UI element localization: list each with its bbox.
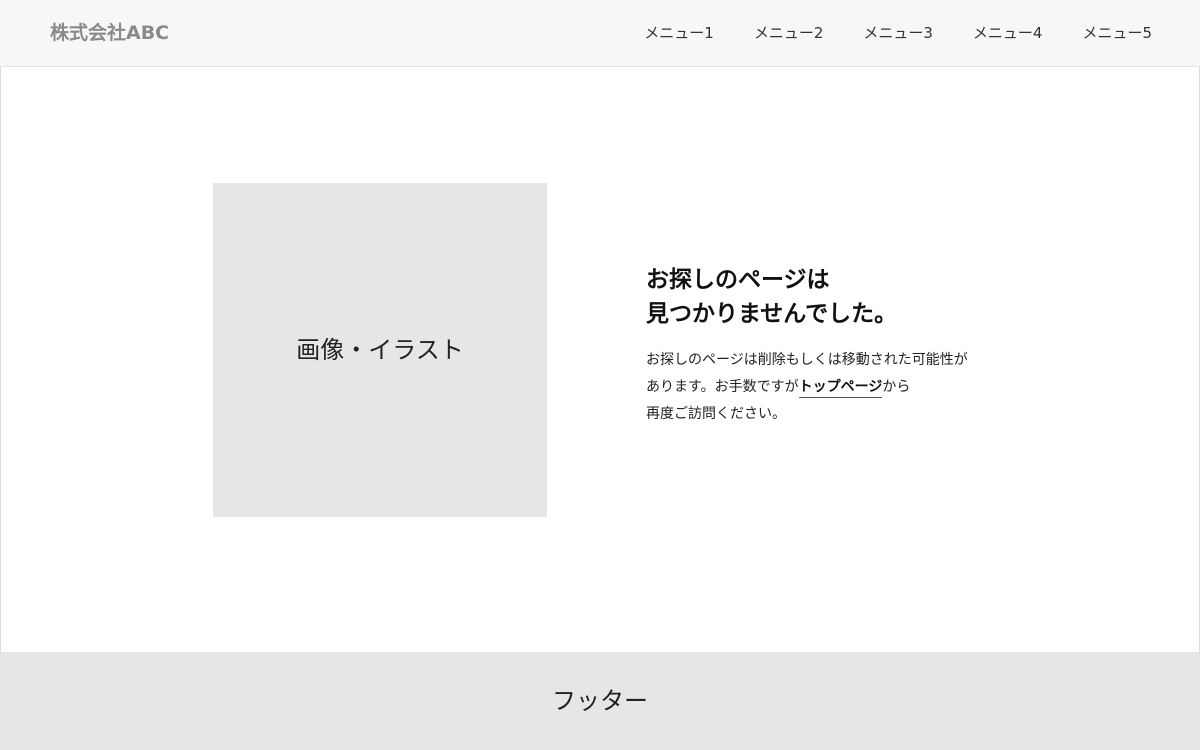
description-line-1: お探しのページは削除もしくは移動された可能性が [646, 352, 968, 368]
site-logo[interactable]: 株式会社ABC [50, 20, 169, 46]
nav-item-menu-4[interactable]: メニュー4 [973, 22, 1043, 44]
site-header: 株式会社ABC メニュー1 メニュー2 メニュー3 メニュー4 メニュー5 [0, 0, 1200, 67]
top-page-link[interactable]: トップページ [798, 379, 883, 398]
image-placeholder: 画像・イラスト [213, 183, 547, 517]
main-nav: メニュー1 メニュー2 メニュー3 メニュー4 メニュー5 [644, 22, 1152, 44]
nav-item-menu-2[interactable]: メニュー2 [754, 22, 824, 44]
not-found-message: お探しのページは 見つかりませんでした。 お探しのページは削除もしくは移動された… [646, 263, 1046, 428]
nav-item-menu-1[interactable]: メニュー1 [644, 22, 714, 44]
description-line-2-after: から [882, 379, 911, 395]
nav-item-menu-5[interactable]: メニュー5 [1082, 22, 1152, 44]
page-title: お探しのページは 見つかりませんでした。 [646, 263, 1046, 331]
nav-item-menu-3[interactable]: メニュー3 [863, 22, 933, 44]
footer-label: フッター [552, 687, 648, 715]
image-placeholder-label: 画像・イラスト [296, 336, 464, 364]
site-footer: フッター [0, 652, 1200, 750]
description-line-3: 再度ご訪問ください。 [646, 406, 786, 422]
description: お探しのページは削除もしくは移動された可能性が あります。お手数ですがトップペー… [646, 347, 1046, 428]
page-title-line-2: 見つかりませんでした。 [646, 301, 898, 327]
page-title-line-1: お探しのページは [646, 267, 830, 293]
description-line-2-before: あります。お手数ですが [646, 379, 799, 395]
